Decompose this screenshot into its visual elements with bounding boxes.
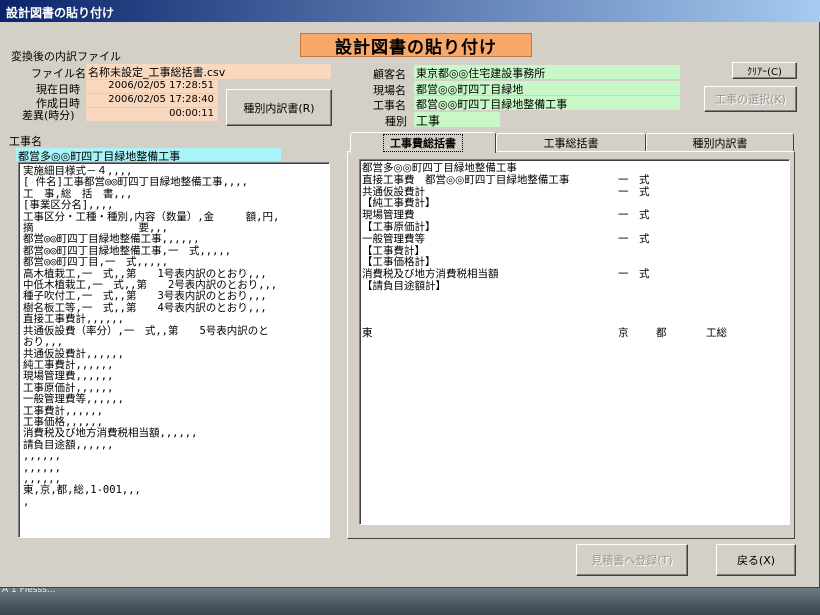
select-work-button[interactable]: 工事の選択(K): [704, 86, 797, 112]
csv-line: 都営◎◎町四丁目,一 式,,,,,: [23, 256, 169, 269]
main-window: 設計図書の貼り付け 設計図書の貼り付け 変換後の内訳ファイル ファイル名 名称未…: [0, 0, 820, 588]
type-field: 工事: [414, 112, 500, 127]
report-cell-name: 都営多◎◎町四丁目緑地整備工事: [362, 162, 517, 174]
csv-line: ,,,,,,: [23, 450, 61, 463]
window-title: 設計図書の貼り付け: [6, 6, 115, 20]
report-cell-name: 現場管理費: [362, 209, 415, 222]
clear-button[interactable]: ｸﾘｱｰ(C): [732, 62, 797, 79]
report-cell-unit: 京: [618, 327, 629, 340]
work-field: 都営◎◎町四丁目緑地整備工事: [414, 96, 680, 110]
tab-work-summary[interactable]: 工事総括書: [496, 133, 646, 152]
tab-work-summary-label: 工事総括書: [543, 137, 599, 150]
created-time-field: 2006/02/05 17:28:40: [86, 94, 218, 107]
work-name-field: 都営多◎◎町四丁目緑地整備工事: [16, 148, 281, 161]
current-time-field: 2006/02/05 17:28:51: [86, 80, 218, 93]
csv-line: [事業区分名],,,,: [23, 199, 114, 212]
title-bar[interactable]: 設計図書の貼り付け: [0, 0, 820, 22]
report-cell-name: 東: [362, 327, 373, 340]
tab-type-breakdown[interactable]: 種別内訳書: [646, 133, 794, 152]
tab-cost-summary-label: 工事費総括書: [383, 134, 463, 152]
diff-label: 差異(時分): [22, 109, 75, 122]
csv-line: 現場管理費,,,,,,: [23, 370, 114, 383]
report-text-area[interactable]: 都営多◎◎町四丁目緑地整備工事 直接工事費 都営◎◎町四丁目緑地整備工事一 式共通…: [359, 159, 790, 525]
breakdown-button[interactable]: 種別内訳書(R): [226, 89, 332, 126]
tab-cost-summary[interactable]: 工事費総括書: [350, 132, 496, 153]
customer-field: 東京都◎◎住宅建設事務所: [414, 65, 680, 79]
report-cell-unit: 一 式: [618, 232, 650, 245]
file-section-heading: 変換後の内訳ファイル: [11, 50, 121, 63]
register-estimate-button[interactable]: 見積書へ登録(T): [576, 544, 688, 576]
csv-line: ,,,,,,: [23, 461, 61, 474]
type-label: 種別: [385, 115, 407, 128]
diff-field: 00:00:11: [86, 108, 218, 121]
report-cell-name: 消費税及び地方消費税相当額: [362, 268, 499, 281]
filename-label: ファイル名: [31, 67, 86, 80]
work-label: 工事名: [373, 99, 406, 112]
report-cell-unit: 一 式: [618, 185, 650, 198]
csv-line: 東,京,都,総,1-001,,,: [23, 484, 141, 497]
csv-line: 請負目途額,,,,,,: [23, 438, 114, 451]
report-cell-unit: 一 式: [618, 173, 650, 186]
desktop-background: [0, 588, 820, 615]
csv-line: 直接工事費計,,,,,,: [23, 313, 124, 326]
site-field: 都営◎◎町四丁目緑地: [414, 81, 680, 95]
report-cell-unit: 一 式: [618, 268, 650, 281]
csv-line: ,: [23, 495, 30, 508]
report-cell-c4: 工総: [706, 327, 727, 340]
report-cell-name: 直接工事費 都営◎◎町四丁目緑地整備工事: [362, 173, 570, 186]
report-cell-name: 【請負目途額計】: [362, 280, 446, 292]
report-cell-name: 【工事原価計】: [362, 221, 436, 233]
customer-label: 顧客名: [373, 68, 406, 81]
report-cell-c3: 都: [656, 327, 667, 340]
work-name-label: 工事名: [9, 135, 42, 148]
csv-line: 一般管理費等,,,,,,: [23, 393, 124, 406]
csv-line: 共通仮設費（率分）,一 式,,第 5号表内訳のと: [23, 324, 269, 337]
report-cell-unit: 一 式: [618, 209, 650, 222]
site-label: 現場名: [373, 84, 406, 97]
csv-line: おり,,,: [23, 336, 63, 349]
filename-field: 名称未設定_工事総括書.csv: [86, 64, 331, 79]
back-button[interactable]: 戻る(X): [716, 544, 796, 576]
page-banner: 設計図書の貼り付け: [300, 33, 532, 58]
tab-type-breakdown-label: 種別内訳書: [692, 137, 748, 150]
csv-textarea[interactable]: 実施細目様式－４,,,,[ 件名]工事都営◎◎町四丁目緑地整備工事,,,, 工 事…: [18, 162, 330, 538]
report-cell-name: 一般管理費等: [362, 232, 425, 245]
